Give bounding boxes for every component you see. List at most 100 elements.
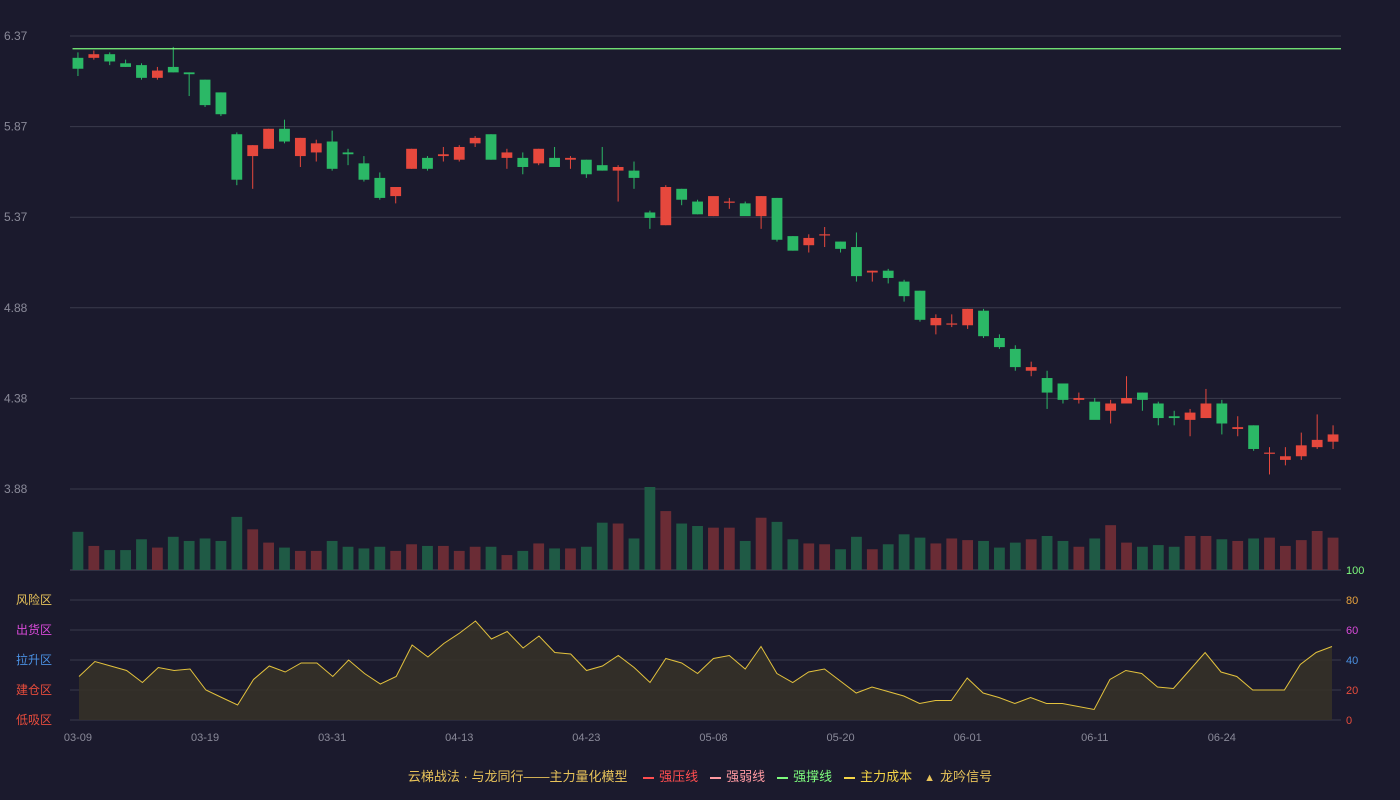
- candle-body: [1025, 367, 1037, 371]
- date-tick-label: 04-23: [572, 732, 600, 744]
- legend-item: 强撑线: [777, 766, 832, 785]
- candle-body: [565, 157, 576, 160]
- candle-body: [1295, 445, 1307, 457]
- candle-body: [1200, 403, 1212, 419]
- candle-body: [1009, 348, 1021, 368]
- date-tick-label: 03-19: [191, 732, 219, 744]
- candle-body: [72, 57, 84, 69]
- candle-body: [279, 128, 290, 142]
- candle-body: [1248, 425, 1260, 449]
- candle-body: [819, 234, 831, 236]
- legend-swatch: [643, 776, 655, 779]
- candle-body: [1041, 378, 1053, 393]
- candle-body: [771, 197, 783, 240]
- volume-bar: [771, 521, 783, 570]
- date-tick-label: 05-08: [699, 732, 727, 744]
- candle: [739, 201, 751, 217]
- legend-items: 强压线 强弱线 强撑线 主力成本 ▲ 龙吟信号: [637, 769, 998, 784]
- candle: [199, 79, 211, 107]
- candle-body: [835, 241, 846, 249]
- candle-body: [644, 212, 656, 218]
- date-tick-label: 06-24: [1208, 732, 1236, 744]
- candle-body: [739, 203, 751, 217]
- candle-body: [994, 338, 1005, 348]
- volume-bar: [787, 539, 799, 570]
- legend-item-label: 强撑线: [793, 769, 833, 784]
- candle: [136, 63, 147, 80]
- date-tick-label: 03-31: [318, 732, 346, 744]
- candle-body: [628, 170, 640, 178]
- volume-bar: [755, 517, 767, 570]
- candle: [485, 134, 497, 160]
- volume-bar: [882, 544, 894, 570]
- candle-body: [1089, 401, 1101, 420]
- volume-bar: [247, 529, 259, 570]
- volume-bar: [596, 522, 608, 570]
- legend-item: ▲ 龙吟信号: [924, 766, 992, 785]
- candle: [660, 185, 672, 226]
- volume-bar: [1327, 537, 1339, 570]
- volume-bar: [1025, 539, 1037, 570]
- candle-body: [549, 157, 560, 167]
- candle-body: [1137, 392, 1148, 400]
- candle-body: [1121, 398, 1132, 404]
- candle-body: [1327, 434, 1339, 442]
- volume-bar: [469, 546, 481, 570]
- oscillator-tick-label: 100: [1346, 565, 1364, 577]
- legend-item: 强弱线: [710, 766, 765, 785]
- candle-body: [517, 157, 529, 167]
- volume-bar: [708, 527, 719, 570]
- volume-bar: [692, 526, 703, 570]
- candle-body: [326, 141, 338, 169]
- volume-bar: [660, 511, 672, 570]
- volume-bar: [437, 545, 449, 570]
- volume-bar: [1089, 538, 1101, 570]
- candle-body: [1073, 398, 1085, 400]
- volume-bar: [994, 547, 1005, 570]
- volume-bar: [104, 550, 116, 570]
- volume-bar: [930, 543, 942, 570]
- volume-bar: [898, 534, 910, 570]
- candlestick-chart: 6.37 5.87 5.37 4.88 4.38 3.88 风险区出货区拉升区建仓区低吸区…: [0, 0, 1400, 800]
- volume-bar: [485, 546, 497, 570]
- chart-legend: 云梯战法 · 与龙同行——主力量化模型 强压线 强弱线 强撑线 主力成本 ▲ 龙吟信号: [0, 766, 1400, 785]
- legend-item-label: 主力成本: [860, 769, 913, 784]
- volume-bar: [279, 547, 290, 570]
- volume-bar: [1279, 545, 1291, 570]
- volume-bar: [1200, 535, 1212, 570]
- volume-bar: [946, 538, 958, 570]
- candle-body: [501, 152, 513, 158]
- volume-bar: [644, 487, 656, 570]
- volume-bar: [1073, 546, 1085, 570]
- volume-bar: [739, 540, 751, 570]
- volume-bar: [1009, 542, 1021, 570]
- candle-body: [978, 310, 989, 337]
- candle-body: [612, 166, 624, 171]
- legend-item: 强压线: [643, 766, 698, 785]
- price-tick-label: 5.87: [4, 120, 28, 134]
- candle-body: [866, 270, 878, 273]
- candle-body: [167, 66, 179, 73]
- volume-bar: [1311, 530, 1323, 570]
- candle-body: [183, 72, 195, 75]
- volume-bar: [676, 523, 688, 570]
- zone-label: 风险区: [16, 592, 52, 607]
- legend-title: 云梯战法 · 与龙同行——主力量化模型: [407, 769, 628, 784]
- candle-body: [1264, 452, 1275, 454]
- candle-body: [1279, 456, 1291, 460]
- candle: [978, 308, 989, 338]
- candle-body: [294, 137, 306, 157]
- candle: [1248, 425, 1260, 451]
- candle: [787, 236, 799, 251]
- volume-bar: [549, 548, 560, 570]
- candle-body: [787, 236, 799, 251]
- candle-body: [247, 145, 259, 157]
- candle-body: [437, 154, 449, 157]
- volume-bar: [151, 547, 163, 570]
- candle-body: [231, 134, 243, 180]
- volume-bar: [1121, 542, 1132, 570]
- volume-bar: [310, 550, 322, 570]
- volume-bar: [866, 549, 878, 570]
- candle-body: [453, 146, 465, 160]
- candle: [914, 290, 926, 322]
